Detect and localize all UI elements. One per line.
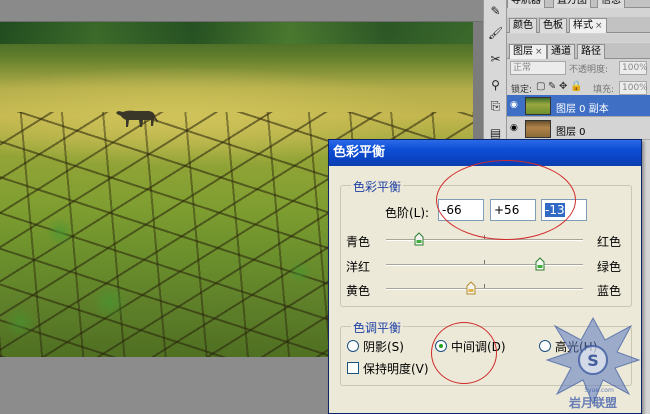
slider-center-tick <box>484 284 485 288</box>
tab-color[interactable]: 颜色 <box>509 18 537 33</box>
eye-icon[interactable]: ◉ <box>510 101 520 110</box>
layer-name: 图层 0 <box>556 127 586 138</box>
styles-panel-body <box>507 34 650 42</box>
crop-tool-icon[interactable]: ✂ <box>487 50 504 67</box>
tab-swatches[interactable]: 色板 <box>539 18 567 33</box>
preserve-luminosity-checkbox[interactable] <box>347 362 359 374</box>
tone-balance-legend: 色调平衡 <box>351 319 404 336</box>
tab-paths[interactable]: 路径 <box>577 44 605 59</box>
watermark-subtext: 5yue.com <box>584 387 614 394</box>
slider-magenta-label: 洋红 <box>346 260 371 274</box>
brush-tool-icon[interactable]: 🖌 <box>487 24 504 41</box>
layer-thumbnail <box>525 97 551 115</box>
eye-icon[interactable]: ◉ <box>510 124 520 133</box>
color-balance-legend: 色彩平衡 <box>351 178 404 195</box>
levels-label: 色阶(L): <box>385 206 430 220</box>
slider-green-label: 绿色 <box>597 260 622 274</box>
layer-row[interactable]: ◉ 图层 0 <box>507 118 650 140</box>
svg-text:S: S <box>587 351 599 370</box>
tab-histogram[interactable]: 直方图 <box>553 0 591 8</box>
history-tool-icon[interactable]: ⎘ <box>487 98 504 115</box>
lock-all-icon[interactable]: 🔒 <box>570 81 582 92</box>
fill-label: 填充: <box>593 85 615 95</box>
lock-brush-icon[interactable]: ✎ <box>548 81 556 92</box>
blend-mode-select[interactable]: 正常 <box>510 61 566 75</box>
opacity-field[interactable]: 100% <box>619 61 648 75</box>
canvas-top-strip <box>0 0 483 22</box>
tab-info[interactable]: 信息 <box>597 0 625 8</box>
clone-tool-icon[interactable]: ⚲ <box>487 76 504 93</box>
preserve-luminosity-label[interactable]: 保持明度(V) <box>363 360 429 377</box>
radio-shadows[interactable] <box>347 340 359 352</box>
tree-line <box>0 22 483 44</box>
swatches-tab-row: 颜色 色板 样式 × <box>507 17 650 33</box>
buffalo-silhouette <box>116 110 158 127</box>
magenta-green-slider-track[interactable] <box>386 264 583 266</box>
close-icon[interactable]: × <box>535 47 543 57</box>
tab-channels[interactable]: 通道 <box>547 44 575 59</box>
notes-tool-icon[interactable]: ✎ <box>487 2 504 19</box>
lock-transparency-icon[interactable]: ▢ <box>536 81 545 92</box>
layer-name: 图层 0 副本 <box>556 104 609 115</box>
tab-layers[interactable]: 图层 × <box>509 44 547 59</box>
yellow-blue-slider-thumb[interactable] <box>466 281 476 295</box>
fill-field[interactable]: 100% <box>619 81 648 95</box>
slider-yellow-label: 黄色 <box>346 284 371 298</box>
magenta-green-slider-thumb[interactable] <box>535 257 545 271</box>
close-icon[interactable]: × <box>595 21 603 31</box>
layers-tab-row: 图层 × 通道 路径 <box>507 43 650 59</box>
lock-label: 锁定: <box>511 85 533 95</box>
slider-red-label: 红色 <box>597 235 622 249</box>
slider-center-tick <box>484 260 485 264</box>
blend-row: 正常 不透明度: 100% <box>507 59 650 78</box>
slider-cyan-label: 青色 <box>346 235 371 249</box>
lock-move-icon[interactable]: ✥ <box>559 81 567 92</box>
tab-navigator[interactable]: 导航器 <box>507 0 545 8</box>
tab-styles[interactable]: 样式 × <box>569 18 607 33</box>
slider-blue-label: 蓝色 <box>597 284 622 298</box>
watermark-text: 岩月联盟 <box>568 395 617 410</box>
opacity-label: 不透明度: <box>569 65 609 75</box>
tab-styles-label: 样式 <box>573 20 593 31</box>
watermark-logo: S 岩月联盟 5yue.com <box>545 316 641 410</box>
layer-row[interactable]: ◉ 图层 0 副本 <box>507 95 650 117</box>
tab-layers-label: 图层 <box>513 46 533 57</box>
shadows-label[interactable]: 阴影(S) <box>363 338 404 355</box>
annotation-ellipse-midtones <box>431 322 497 384</box>
layer-thumbnail <box>525 120 551 138</box>
cyan-red-slider-thumb[interactable] <box>414 232 424 246</box>
yellow-blue-slider-track[interactable] <box>386 288 583 290</box>
navigator-tab-row: 导航器 直方图 信息 <box>507 0 650 8</box>
annotation-ellipse-levels <box>436 160 576 240</box>
